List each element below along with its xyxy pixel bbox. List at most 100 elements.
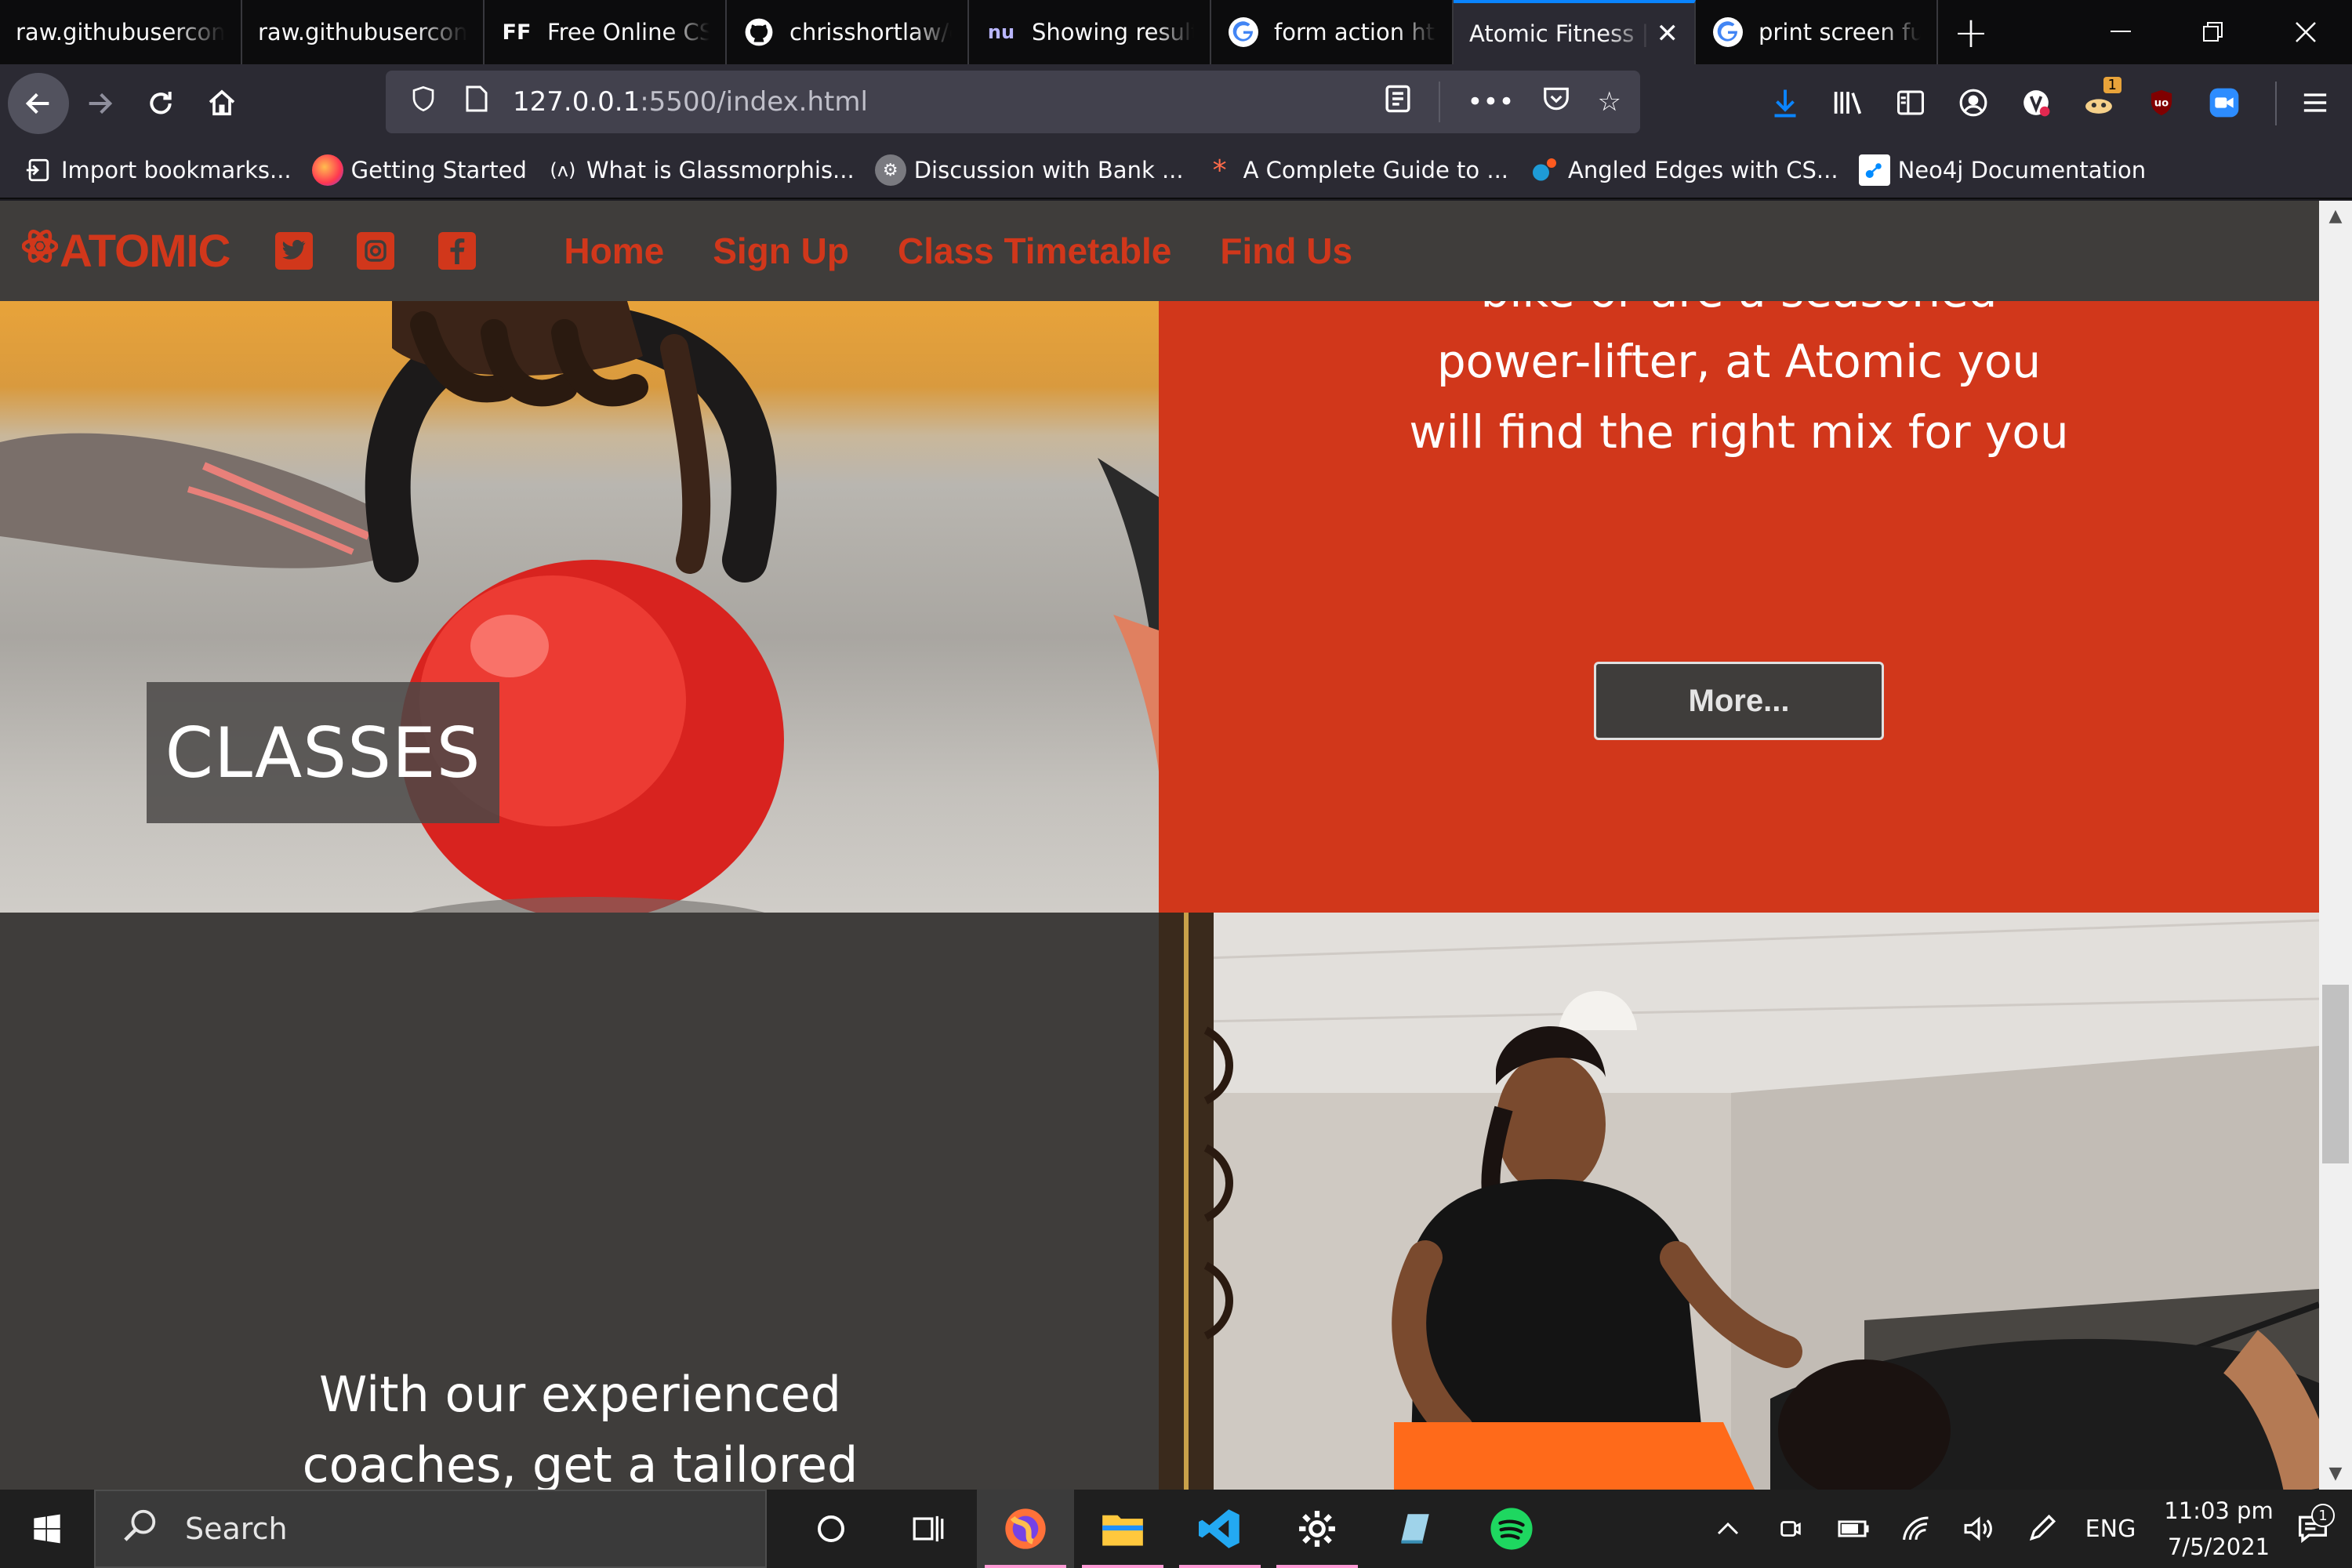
more-button[interactable]: More... [1594, 662, 1884, 740]
tab-free-online-css[interactable]: FF Free Online CSS [485, 0, 727, 64]
cortana-icon[interactable] [782, 1490, 880, 1568]
coaches-text: With our experienced coaches, get a tail… [302, 1366, 858, 1490]
instagram-icon[interactable] [357, 232, 395, 270]
page-icon [458, 85, 495, 119]
clock-time: 11:03 pm [2164, 1497, 2274, 1524]
tab-form-action[interactable]: form action htm [1211, 0, 1454, 64]
restore-icon[interactable] [2167, 0, 2259, 64]
more-actions-icon[interactable]: ••• [1467, 86, 1514, 118]
sidebar-icon[interactable] [1885, 72, 1936, 133]
zoom-icon[interactable] [2198, 72, 2250, 133]
tab-showing-results[interactable]: nu Showing results [969, 0, 1211, 64]
tab-raw-github-2[interactable]: raw.githubusercont [242, 0, 485, 64]
google-icon [1227, 16, 1260, 49]
chevron-up-icon[interactable] [1697, 1521, 1759, 1537]
pen-icon[interactable] [2010, 1514, 2073, 1544]
volume-icon[interactable] [1947, 1515, 2010, 1542]
back-button[interactable] [8, 73, 69, 134]
nav-class-timetable[interactable]: Class Timetable [898, 230, 1171, 272]
tab-github[interactable]: chrisshortlaw/c [727, 0, 969, 64]
scroll-down-icon[interactable]: ▼ [2319, 1458, 2352, 1490]
asterisk-icon: * [1212, 154, 1227, 187]
tab-atomic-fitness[interactable]: Atomic Fitness | ✕ [1454, 0, 1696, 64]
spotify-icon[interactable] [1463, 1490, 1560, 1568]
language-indicator[interactable]: ENG [2073, 1515, 2148, 1543]
page-scrollbar[interactable]: ▲ ▼ [2319, 201, 2352, 1490]
bookmark-label: Getting Started [350, 157, 527, 183]
account-icon[interactable] [1947, 72, 1999, 133]
pocket-icon[interactable] [1541, 85, 1571, 120]
tab-title: raw.githubusercont [16, 19, 225, 45]
ff-icon: FF [502, 20, 532, 45]
battery-icon[interactable] [1822, 1517, 1885, 1541]
tampermonkey-icon[interactable]: 1 [2073, 72, 2125, 133]
scroll-up-icon[interactable]: ▲ [2319, 201, 2352, 232]
nav-home[interactable]: Home [564, 230, 664, 272]
site-logo[interactable]: ATOMIC [21, 225, 230, 278]
bookmark-star-icon[interactable]: ☆ [1598, 86, 1621, 118]
clock[interactable]: 11:03 pm 7/5/2021 [2164, 1493, 2274, 1565]
settings-gear-icon[interactable] [1269, 1490, 1366, 1568]
github-icon [742, 16, 775, 49]
toolbar-icons: 1 uo [1759, 72, 2250, 133]
minimize-icon[interactable] [2074, 0, 2167, 64]
vscode-icon[interactable] [1171, 1490, 1269, 1568]
site-header: ATOMIC Home Sign Up Class Timetable Find… [0, 201, 2319, 301]
ublock-icon[interactable]: uo [2136, 72, 2187, 133]
bookmark-import[interactable]: Import bookmarks... [22, 154, 292, 186]
bookmark-angled-edges[interactable]: Angled Edges with CS... [1529, 154, 1838, 186]
window-controls [2074, 0, 2352, 64]
taskbar-search[interactable]: Search [94, 1490, 767, 1568]
scroll-thumb[interactable] [2322, 985, 2349, 1163]
tab-title: form action htm [1274, 19, 1436, 45]
twitter-icon[interactable] [275, 232, 314, 270]
neo4j-icon [1858, 154, 1890, 186]
divider [1439, 82, 1441, 122]
nav-sign-up[interactable]: Sign Up [713, 230, 849, 272]
reload-button[interactable] [130, 73, 191, 134]
dots-icon [1529, 154, 1560, 186]
tab-title: raw.githubusercont [258, 19, 467, 45]
search-placeholder: Search [185, 1512, 288, 1546]
coaches-image [1159, 913, 2319, 1490]
tab-print-screen[interactable]: print screen fun [1696, 0, 1938, 64]
close-window-icon[interactable] [2259, 0, 2352, 64]
reader-view-icon[interactable] [1384, 84, 1412, 121]
extension-icon[interactable] [2010, 72, 2062, 133]
red-info-panel: bike or are a seasoned power-lifter, at … [1159, 264, 2319, 913]
close-tab-icon[interactable]: ✕ [1657, 18, 1679, 49]
file-explorer-icon[interactable] [1074, 1490, 1171, 1568]
windows-start-icon[interactable] [0, 1490, 94, 1568]
bookmark-complete-guide[interactable]: * A Complete Guide to ... [1204, 154, 1508, 187]
home-button[interactable] [191, 73, 252, 134]
wifi-icon[interactable] [1885, 1515, 1947, 1542]
classes-image: CLASSES [0, 301, 1159, 913]
tab-raw-github-1[interactable]: raw.githubusercont [0, 0, 242, 64]
meet-now-icon[interactable] [1759, 1515, 1822, 1542]
system-tray: ENG 11:03 pm 7/5/2021 1 [1697, 1490, 2352, 1568]
facebook-icon[interactable] [438, 232, 477, 270]
notepad-icon[interactable] [1366, 1490, 1463, 1568]
bookmark-neo4j[interactable]: Neo4j Documentation [1858, 154, 2146, 186]
import-icon [22, 154, 53, 186]
google-icon [1711, 16, 1744, 49]
download-icon[interactable] [1759, 72, 1811, 133]
url-bar[interactable]: 127.0.0.1:5500/index.html ••• ☆ [386, 71, 1640, 133]
bookmark-discussion[interactable]: ⚙ Discussion with Bank ... [874, 154, 1184, 186]
forward-button[interactable] [69, 73, 130, 134]
firefox-taskbar-icon[interactable] [977, 1490, 1074, 1568]
menu-icon[interactable] [2288, 72, 2343, 133]
tab-title: print screen fun [1759, 19, 1921, 45]
tracking-shield-icon[interactable] [405, 85, 442, 119]
library-icon[interactable] [1822, 72, 1874, 133]
bookmark-getting-started[interactable]: Getting Started [311, 154, 527, 186]
nu-icon: nu [987, 21, 1015, 43]
task-view-icon[interactable] [880, 1490, 977, 1568]
bookmark-glassmorphism[interactable]: (ᴧ) What is Glassmorphis... [547, 154, 855, 186]
taskbar: Search ENG 11:03 pm 7/5/2021 1 [0, 1490, 2352, 1568]
tab-title: Showing results [1032, 19, 1194, 45]
notification-center-icon[interactable]: 1 [2274, 1504, 2352, 1543]
nav-find-us[interactable]: Find Us [1220, 230, 1352, 272]
new-tab-button[interactable]: + [1938, 0, 2004, 64]
bookmark-label: What is Glassmorphis... [586, 157, 855, 183]
